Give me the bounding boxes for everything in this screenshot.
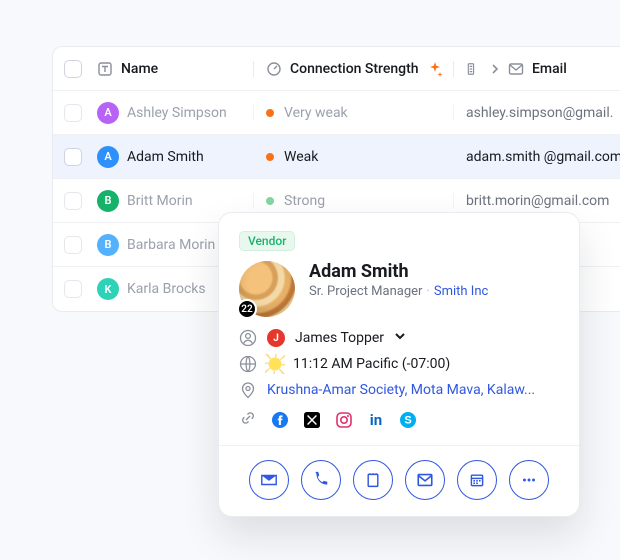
name-cell[interactable]: A Ashley Simpson [93, 102, 253, 124]
contact-name-text: Karla Brocks [127, 281, 206, 297]
email-action-button[interactable] [249, 460, 289, 500]
sun-icon [267, 356, 283, 372]
strength-text: Strong [284, 193, 325, 209]
chevron-down-icon [394, 330, 406, 346]
strength-dot [266, 109, 274, 117]
column-header-email[interactable]: Email [453, 61, 620, 77]
note-action-button[interactable] [353, 460, 393, 500]
column-header-strength[interactable]: Connection Strength [253, 61, 453, 77]
link-icon [239, 409, 257, 431]
contact-hero: 22 Adam Smith Sr. Project Manager·Smith … [239, 261, 559, 317]
strength-cell: Weak [253, 149, 453, 165]
contact-name: Adam Smith [309, 261, 488, 282]
row-checkbox[interactable] [64, 148, 82, 166]
calendar-action-button[interactable] [457, 460, 497, 500]
name-cell[interactable]: B Britt Morin [93, 190, 253, 212]
svg-text:S: S [404, 415, 411, 427]
table-row[interactable]: A Ashley Simpson Very weak ashley.simpson@g… [53, 91, 620, 135]
connection-count-badge: 22 [237, 299, 257, 319]
more-action-button[interactable] [509, 460, 549, 500]
row-checkbox[interactable] [64, 236, 82, 254]
card-divider [219, 445, 579, 446]
contact-name-text: Adam Smith [127, 149, 204, 165]
action-buttons-row [239, 460, 559, 500]
social-links-row: in S [239, 409, 559, 431]
text-type-icon [97, 61, 113, 77]
contact-name-text: Britt Morin [127, 193, 193, 209]
row-checkbox[interactable] [64, 192, 82, 210]
envelope-icon [508, 61, 524, 77]
select-all-checkbox[interactable] [64, 60, 82, 78]
table-header-row: Name Connection Strength Email [53, 47, 620, 91]
person-icon [239, 329, 257, 347]
name-cell[interactable]: A Adam Smith [93, 146, 253, 168]
contact-avatar-small: K [97, 278, 119, 300]
calculated-field-icon [466, 61, 482, 77]
column-header-label: Email [532, 61, 567, 77]
timezone-row: 11:12 AM Pacific (-07:00) [239, 355, 559, 373]
contact-avatar-small: A [97, 146, 119, 168]
row-checkbox[interactable] [64, 280, 82, 298]
strength-text: Weak [284, 149, 318, 165]
contact-avatar-small: B [97, 234, 119, 256]
globe-icon [239, 355, 257, 373]
call-action-button[interactable] [301, 460, 341, 500]
column-header-label: Name [121, 61, 158, 77]
timezone-text: 11:12 AM Pacific (-07:00) [293, 356, 450, 372]
skype-icon[interactable]: S [399, 411, 417, 429]
gauge-icon [266, 61, 282, 77]
sparkle-icon [427, 61, 443, 77]
strength-cell: Very weak [253, 105, 453, 121]
owner-name: James Topper [295, 330, 384, 346]
contact-detail-popover: Vendor 22 Adam Smith Sr. Project Manager… [218, 212, 580, 517]
contact-avatar-small: A [97, 102, 119, 124]
contact-avatar[interactable]: 22 [239, 261, 295, 317]
x-twitter-icon[interactable] [303, 411, 321, 429]
owner-avatar: J [267, 329, 285, 347]
table-row[interactable]: A Adam Smith Weak adam.smith @gmail.com [53, 135, 620, 179]
strength-dot [266, 197, 274, 205]
email-cell[interactable]: britt.morin@gmail.com [453, 193, 620, 209]
contact-name-text: Barbara Morin [127, 237, 215, 253]
linkedin-icon[interactable]: in [367, 411, 385, 429]
chevron-right-icon [490, 61, 500, 77]
facebook-icon[interactable] [271, 411, 289, 429]
contact-subtitle: Sr. Project Manager·Smith Inc [309, 284, 488, 299]
company-link[interactable]: Smith Inc [434, 284, 488, 299]
message-action-button[interactable] [405, 460, 445, 500]
address-text: Krushna-Amar Society, Mota Mava, Kalaw..… [267, 382, 535, 398]
vendor-tag: Vendor [239, 231, 295, 251]
column-header-label: Connection Strength [290, 61, 419, 77]
email-cell[interactable]: adam.smith @gmail.com [453, 149, 620, 165]
strength-text: Very weak [284, 105, 348, 121]
address-row[interactable]: Krushna-Amar Society, Mota Mava, Kalaw..… [239, 381, 559, 399]
account-owner-row[interactable]: J James Topper [239, 329, 559, 347]
email-cell[interactable]: ashley.simpson@gmail. [453, 105, 620, 121]
row-checkbox[interactable] [64, 104, 82, 122]
column-header-name[interactable]: Name [93, 61, 253, 77]
contact-avatar-small: B [97, 190, 119, 212]
contact-role: Sr. Project Manager [309, 284, 422, 299]
strength-cell: Strong [253, 193, 453, 209]
location-pin-icon [239, 381, 257, 399]
contact-name-text: Ashley Simpson [127, 105, 227, 121]
header-checkbox-cell [53, 60, 93, 78]
instagram-icon[interactable] [335, 411, 353, 429]
strength-dot [266, 153, 274, 161]
